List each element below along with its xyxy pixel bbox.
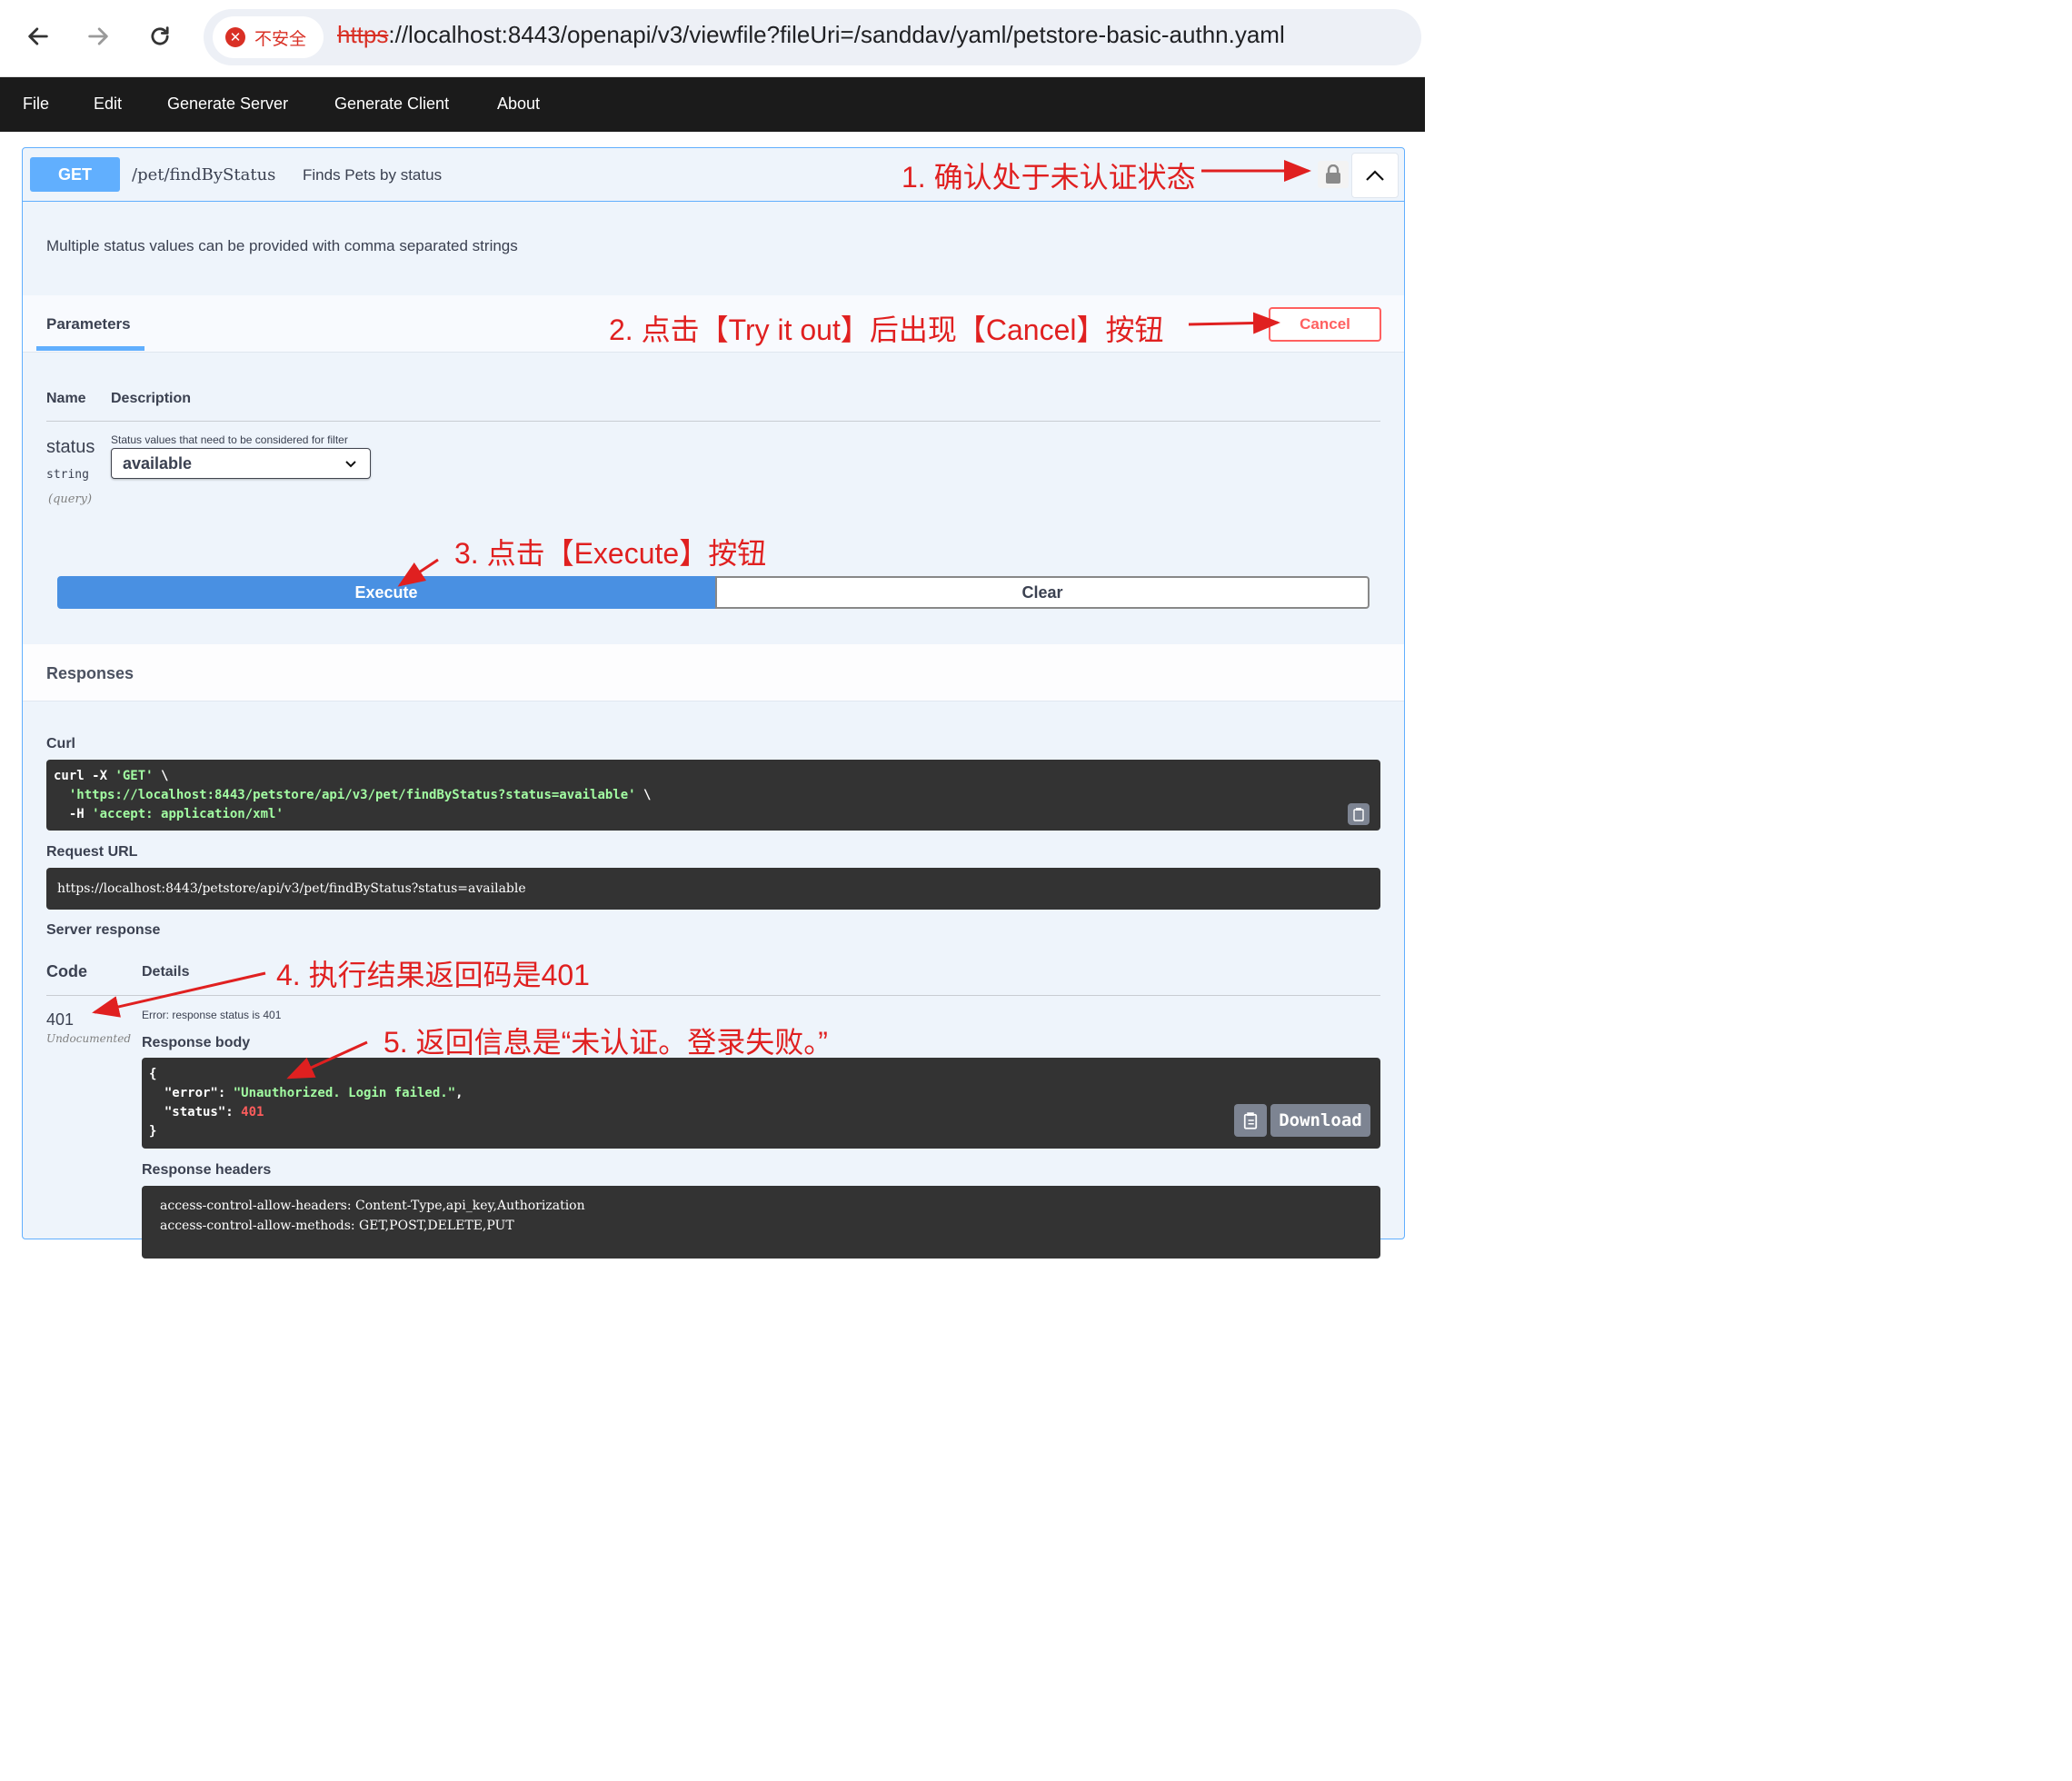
arrow-step3: [397, 558, 439, 587]
arrow-step5: [286, 1040, 368, 1080]
arrow-step4: [92, 971, 266, 1018]
annotation-arrows: [92, 160, 1311, 1080]
arrow-step2: [1188, 312, 1280, 334]
